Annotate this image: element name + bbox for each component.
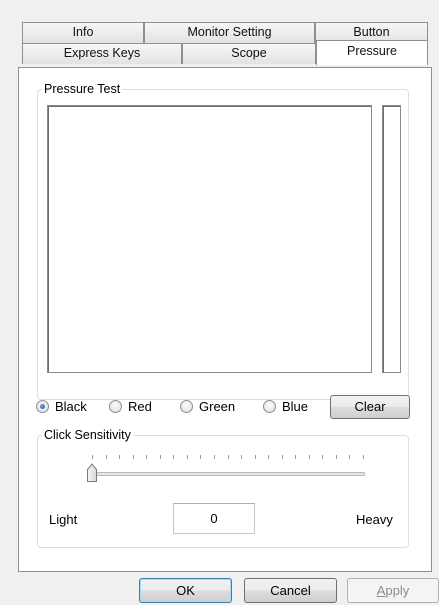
- radio-blue-indicator[interactable]: [263, 400, 276, 413]
- slider-tick: [200, 455, 202, 459]
- radio-green-label: Green: [199, 399, 236, 414]
- tab-scope[interactable]: Scope: [182, 43, 316, 64]
- pressure-drawing-canvas[interactable]: [47, 105, 372, 373]
- radio-red-label: Red: [128, 399, 152, 414]
- sensitivity-light-label: Light: [49, 512, 78, 527]
- radio-red[interactable]: Red: [109, 399, 152, 414]
- radio-blue-label: Blue: [282, 399, 309, 414]
- slider-tick: [349, 455, 351, 459]
- sensitivity-slider-thumb[interactable]: [86, 463, 98, 483]
- click-sensitivity-legend: Click Sensitivity: [42, 428, 133, 442]
- pressure-level-bar: [382, 105, 401, 373]
- slider-tick: [173, 455, 175, 459]
- radio-red-indicator[interactable]: [109, 400, 122, 413]
- radio-black-label: Black: [55, 399, 87, 414]
- tab-pressure[interactable]: Pressure: [316, 40, 428, 65]
- slider-tick: [281, 455, 283, 459]
- tab-info[interactable]: Info: [22, 22, 144, 43]
- sensitivity-heavy-label: Heavy: [356, 512, 393, 527]
- clear-button[interactable]: Clear: [330, 395, 410, 419]
- slider-tick: [132, 455, 134, 459]
- radio-blue[interactable]: Blue: [263, 399, 308, 414]
- slider-tick: [119, 455, 121, 459]
- tab-express-keys[interactable]: Express Keys: [22, 43, 182, 64]
- radio-green[interactable]: Green: [180, 399, 235, 414]
- radio-black[interactable]: Black: [36, 399, 87, 414]
- cancel-button[interactable]: Cancel: [244, 578, 337, 603]
- pressure-panel: Pressure Test Black Red Green Blue Clear…: [18, 67, 432, 572]
- radio-black-indicator[interactable]: [36, 400, 49, 413]
- slider-tick: [146, 455, 148, 459]
- ok-button[interactable]: OK: [139, 578, 232, 603]
- slider-tick: [92, 455, 93, 459]
- apply-button[interactable]: Apply: [347, 578, 439, 603]
- sensitivity-slider-track[interactable]: [87, 472, 365, 476]
- radio-green-indicator[interactable]: [180, 400, 193, 413]
- slider-tick: [105, 455, 107, 459]
- sensitivity-value-field[interactable]: 0: [173, 503, 255, 534]
- slider-tick: [186, 455, 188, 459]
- slider-tick: [254, 455, 256, 459]
- tab-monitor-setting[interactable]: Monitor Setting: [144, 22, 315, 43]
- pressure-test-legend: Pressure Test: [42, 82, 123, 96]
- slider-tick: [335, 455, 337, 459]
- slider-tick: [241, 455, 243, 459]
- slider-tick: [159, 455, 161, 459]
- slider-tick: [322, 455, 324, 459]
- slider-tick: [308, 455, 310, 459]
- slider-tick: [363, 455, 364, 459]
- slider-tick: [295, 455, 297, 459]
- slider-tick: [213, 455, 215, 459]
- slider-tick: [227, 455, 229, 459]
- slider-tick: [268, 455, 270, 459]
